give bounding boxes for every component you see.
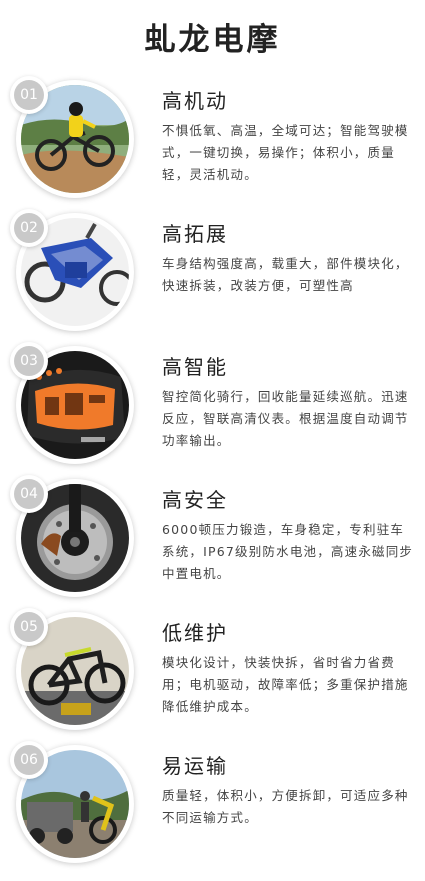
- feature-image-frame: 02: [10, 209, 134, 331]
- number-badge: 04: [10, 475, 48, 513]
- feature-description: 质量轻，体积小，方便拆卸，可适应多种不同运输方式。: [162, 788, 409, 825]
- number-badge: 06: [10, 741, 48, 779]
- number-badge: 05: [10, 608, 48, 646]
- number-badge-label: 02: [14, 213, 44, 243]
- number-badge: 01: [10, 76, 48, 114]
- feature-title: 低维护: [162, 621, 228, 645]
- number-badge-label: 01: [14, 80, 44, 110]
- feature-description: 模块化设计，快装快拆，省时省力省费用；电机驱动，故障率低；多重保护措施降低维护成…: [162, 655, 409, 714]
- feature-item-high-mobility: 01 高机动 不惧低氧、高温，全域可达；智能驾驶模式，一键切换，易操作；体积小，…: [0, 76, 425, 205]
- number-badge: 03: [10, 342, 48, 380]
- feature-description: 6000顿压力锻造，车身稳定，专利驻车系统，IP67级别防水电池，高速永磁同步中…: [162, 522, 414, 581]
- feature-title: 易运输: [162, 754, 228, 778]
- number-badge-label: 06: [14, 745, 44, 775]
- feature-title: 高拓展: [162, 222, 228, 246]
- feature-description: 智控简化骑行，回收能量延续巡航。迅速反应，智联高清仪表。根据温度自动调节功率输出…: [162, 389, 409, 448]
- feature-item-easy-transport: 06 易运输 质量轻，体积小，方便拆卸，可适应多种不同运输方式。: [0, 741, 425, 870]
- feature-title: 高安全: [162, 488, 228, 512]
- feature-image-frame: 05: [10, 608, 134, 730]
- number-badge-label: 04: [14, 479, 44, 509]
- feature-item-high-intelligence: 03 高智能 智控简化骑行，回收能量延续巡航。迅速反应，智联高清仪表。根据温度自…: [0, 342, 425, 471]
- feature-image-frame: 03: [10, 342, 134, 464]
- feature-image-frame: 06: [10, 741, 134, 863]
- feature-description: 不惧低氧、高温，全域可达；智能驾驶模式，一键切换，易操作；体积小，质量轻，灵活机…: [162, 123, 409, 182]
- number-badge-label: 03: [14, 346, 44, 376]
- feature-title: 高智能: [162, 355, 228, 379]
- feature-image-frame: 01: [10, 76, 134, 198]
- number-badge: 02: [10, 209, 48, 247]
- feature-title: 高机动: [162, 89, 228, 113]
- feature-item-low-maintenance: 05 低维护 模块化设计，快装快拆，省时省力省费用；电机驱动，故障率低；多重保护…: [0, 608, 425, 737]
- number-badge-label: 05: [14, 612, 44, 642]
- feature-item-high-extensibility: 02 高拓展 车身结构强度高，载重大，部件模块化，快速拆装，改装方便，可塑性高: [0, 209, 425, 338]
- page-title: 虬龙电摩: [144, 22, 281, 58]
- feature-description: 车身结构强度高，载重大，部件模块化，快速拆装，改装方便，可塑性高: [162, 256, 409, 293]
- feature-image-frame: 04: [10, 475, 134, 597]
- feature-item-high-safety: 04 高安全 6000顿压力锻造，车身稳定，专利驻车系统，IP67级别防水电池，…: [0, 475, 425, 604]
